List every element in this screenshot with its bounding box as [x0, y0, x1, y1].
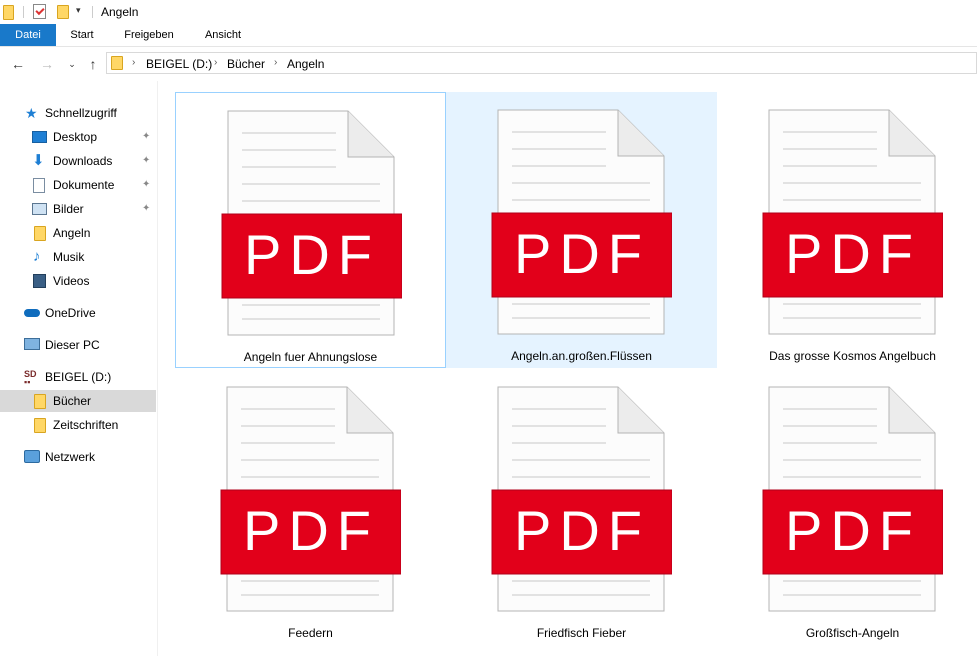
- address-bar[interactable]: › BEIGEL (D:) › Bücher › Angeln: [106, 52, 977, 74]
- sidebar-item-onedrive[interactable]: OneDrive: [0, 302, 157, 324]
- star-icon: ★: [25, 105, 38, 121]
- pdf-file-icon: PDF: [220, 386, 401, 612]
- sidebar-item-dokumente[interactable]: Dokumente ✦: [0, 174, 157, 196]
- pdf-badge-label: PDF: [514, 222, 650, 285]
- folder-icon: [111, 56, 123, 70]
- sidebar-item-beigel-drive[interactable]: SD ▪▪ BEIGEL (D:): [0, 366, 157, 388]
- file-name: Großfisch-Angeln: [805, 626, 900, 640]
- sidebar-item-label: Bücher: [53, 394, 92, 408]
- breadcrumb-separator: ›: [274, 57, 278, 68]
- sidebar-item-label: BEIGEL (D:): [45, 370, 112, 384]
- recent-locations-chevron-icon[interactable]: ⌄: [64, 56, 80, 72]
- sidebar-item-label: Netzwerk: [45, 450, 96, 464]
- breadcrumb-drive[interactable]: BEIGEL (D:): [146, 57, 212, 71]
- sidebar-item-schnellzugriff[interactable]: ★ Schnellzugriff: [0, 102, 157, 124]
- customize-quick-access-icon[interactable]: ▾: [76, 5, 81, 16]
- new-folder-icon[interactable]: [57, 5, 69, 19]
- video-icon: [33, 274, 46, 288]
- drive-icon: SD ▪▪: [24, 369, 37, 387]
- tab-freigeben[interactable]: Freigeben: [115, 24, 183, 46]
- sidebar-item-bilder[interactable]: Bilder ✦: [0, 198, 157, 220]
- sidebar-item-label: Videos: [53, 274, 90, 288]
- file-name: Friedfisch Fieber: [536, 626, 627, 640]
- music-icon: ♪: [33, 248, 41, 265]
- file-name: Angeln fuer Ahnungslose: [243, 350, 378, 364]
- pin-icon[interactable]: ✦: [142, 174, 152, 190]
- pdf-file-icon: PDF: [491, 386, 672, 612]
- sidebar-item-label: Angeln: [53, 226, 91, 240]
- file-name: Das grosse Kosmos Angelbuch: [769, 349, 936, 363]
- file-item[interactable]: PDF Friedfisch Fieber: [446, 369, 717, 645]
- folder-icon: [34, 394, 46, 409]
- tab-start[interactable]: Start: [58, 24, 106, 46]
- back-arrow-icon[interactable]: ←: [10, 56, 26, 72]
- network-icon: [24, 450, 40, 463]
- file-name: Angeln.an.großen.Flüssen: [511, 349, 652, 363]
- breadcrumb-separator: ›: [132, 57, 136, 68]
- pdf-badge-label: PDF: [244, 223, 380, 286]
- title-bar: ▾ Angeln: [0, 0, 977, 24]
- tab-ansicht[interactable]: Ansicht: [193, 24, 253, 46]
- breadcrumb-separator: ›: [214, 57, 218, 68]
- sidebar-item-buecher[interactable]: Bücher: [0, 390, 156, 412]
- file-name: Feedern: [288, 626, 333, 640]
- pdf-badge-label: PDF: [243, 499, 379, 562]
- pin-icon[interactable]: ✦: [142, 198, 152, 214]
- sidebar-item-label: Zeitschriften: [53, 418, 119, 432]
- sidebar-item-label: Desktop: [53, 130, 98, 144]
- sidebar-item-label: Schnellzugriff: [45, 106, 117, 120]
- folder-icon: [34, 226, 46, 241]
- window-title: Angeln: [101, 5, 139, 19]
- sidebar-item-label: OneDrive: [45, 306, 96, 320]
- breadcrumb-angeln[interactable]: Angeln: [287, 57, 324, 71]
- file-item[interactable]: PDF Angeln fuer Ahnungslose: [175, 92, 446, 368]
- file-item[interactable]: PDF Angeln.an.großen.Flüssen: [446, 92, 717, 368]
- sidebar-item-musik[interactable]: ♪ Musik: [0, 246, 157, 268]
- sidebar-item-label: Dieser PC: [45, 338, 100, 352]
- desktop-icon: [32, 131, 47, 143]
- separator: [92, 6, 93, 18]
- pdf-file-icon: PDF: [762, 386, 943, 612]
- sidebar-item-downloads[interactable]: ⬇ Downloads ✦: [0, 150, 157, 172]
- folder-icon: [3, 5, 14, 20]
- tab-datei[interactable]: Datei: [0, 24, 56, 46]
- pdf-badge-label: PDF: [785, 222, 921, 285]
- cloud-icon: [24, 309, 40, 317]
- sidebar-item-label: Downloads: [53, 154, 113, 168]
- sidebar-item-label: Bilder: [53, 202, 84, 216]
- forward-arrow-icon[interactable]: →: [39, 56, 55, 72]
- folder-icon: [34, 418, 46, 433]
- sidebar-item-netzwerk[interactable]: Netzwerk: [0, 446, 157, 468]
- file-item[interactable]: PDF Das grosse Kosmos Angelbuch: [717, 92, 977, 368]
- checkmark-icon: [35, 5, 45, 16]
- file-item[interactable]: PDF Feedern: [175, 369, 446, 645]
- navigation-pane: ★ Schnellzugriff Desktop ✦ ⬇ Downloads ✦…: [0, 81, 158, 656]
- download-icon: ⬇: [32, 152, 45, 169]
- file-item[interactable]: PDF Großfisch-Angeln: [717, 369, 977, 645]
- pictures-icon: [32, 203, 47, 215]
- file-list: PDF Angeln fuer Ahnungslose PDF Angeln.a…: [158, 81, 977, 656]
- sidebar-item-label: Dokumente: [53, 178, 115, 192]
- sidebar-item-zeitschriften[interactable]: Zeitschriften: [0, 414, 157, 436]
- ribbon: Datei Start Freigeben Ansicht: [0, 24, 977, 47]
- pin-icon[interactable]: ✦: [142, 126, 152, 142]
- separator: [23, 6, 24, 18]
- sidebar-item-dieser-pc[interactable]: Dieser PC: [0, 334, 157, 356]
- computer-icon: [24, 338, 40, 350]
- pdf-file-icon: PDF: [762, 109, 943, 335]
- pdf-badge-label: PDF: [514, 499, 650, 562]
- sidebar-item-angeln[interactable]: Angeln: [0, 222, 157, 244]
- properties-icon[interactable]: [33, 4, 46, 19]
- pdf-badge-label: PDF: [785, 499, 921, 562]
- pdf-file-icon: PDF: [491, 109, 672, 335]
- documents-icon: [33, 178, 45, 193]
- sidebar-item-videos[interactable]: Videos: [0, 270, 157, 292]
- breadcrumb-buecher[interactable]: Bücher: [227, 57, 265, 71]
- sidebar-item-label: Musik: [53, 250, 85, 264]
- sidebar-item-desktop[interactable]: Desktop ✦: [0, 126, 157, 148]
- up-arrow-icon[interactable]: ↑: [85, 56, 101, 72]
- pin-icon[interactable]: ✦: [142, 150, 152, 166]
- pdf-file-icon: PDF: [221, 110, 402, 336]
